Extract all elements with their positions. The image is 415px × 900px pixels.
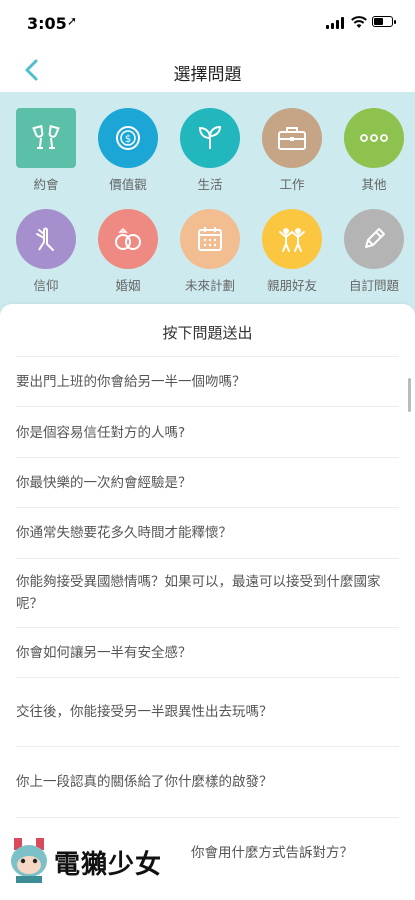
watermark: 電獺少女 [8,836,178,886]
category-friends-family[interactable]: 親朋好友 [259,209,325,294]
question-text: 你會如何讓另一半有安全感？ [16,645,192,661]
category-dating[interactable]: 約會 [13,108,79,193]
category-label: 婚姻 [115,278,141,293]
question-item[interactable]: 你最快樂的一次約會經驗是？ [16,457,399,508]
question-text: 你通常失戀要花多久時間才能釋懷？ [16,525,232,541]
cheers-icon [16,108,76,168]
category-marriage[interactable]: 婚姻 [95,209,161,294]
category-label: 未來計劃 [184,278,235,293]
page-title: 選擇問題 [173,65,242,85]
category-values[interactable]: $ 價值觀 [95,108,161,193]
question-text: 你是個容易信任對方的人嗎? [16,425,186,441]
category-label: 其他 [361,177,387,192]
watermark-text: 電獺少女 [54,850,163,880]
category-label: 信仰 [33,278,59,293]
location-arrow-icon: ➚ [67,14,78,28]
question-item[interactable]: 要出門上班的你會給另一半一個吻嗎？ [16,356,399,407]
question-item[interactable]: 交往後，你能接受另一半跟異性出去玩嗎？ [16,677,399,747]
category-label: 工作 [279,177,305,192]
category-custom-question[interactable]: 自訂問題 [341,209,407,294]
calendar-icon [180,209,240,269]
pencil-icon [344,209,404,269]
question-item[interactable]: 你是個容易信任對方的人嗎? [16,406,399,458]
question-item[interactable]: 你通常失戀要花多久時間才能釋懷？ [16,507,399,559]
sheet-title: 按下問題送出 [162,324,253,342]
question-sheet: 按下問題送出 要出門上班的你會給另一半一個吻嗎？ 你是個容易信任對方的人嗎? 你… [0,304,415,900]
question-text: 你能夠接受異國戀情嗎？如果可以，最遠可以接受到什麼國家呢？ [16,574,381,612]
category-panel: 約會 $ 價值觀 生活 工作 其他 信仰 婚姻 未來計劃 親朋好友 自訂問題 [0,92,415,317]
question-item[interactable]: 你會如何讓另一半有安全感？ [16,627,399,678]
sprout-icon [180,108,240,168]
wifi-icon [351,16,367,28]
briefcase-icon [262,108,322,168]
status-time: 3:05 [27,14,67,33]
question-text: 你最快樂的一次約會經驗是？ [16,475,192,491]
category-other[interactable]: 其他 [341,108,407,193]
question-text: 交往後，你能接受另一半跟異性出去玩嗎？ [16,704,273,720]
category-work[interactable]: 工作 [259,108,325,193]
category-label: 生活 [197,177,223,192]
cellular-signal-icon [326,17,346,29]
question-item[interactable]: 你能夠接受異國戀情嗎？如果可以，最遠可以接受到什麼國家呢？ [16,558,399,628]
question-text: 你上一段認真的關係給了你什麼樣的啟發？ [16,774,273,790]
battery-icon [372,16,396,27]
category-faith[interactable]: 信仰 [13,209,79,294]
category-future-plans[interactable]: 未來計劃 [177,209,243,294]
category-life[interactable]: 生活 [177,108,243,193]
praying-hands-icon [16,209,76,269]
rings-icon [98,209,158,269]
question-item[interactable]: 你上一段認真的關係給了你什麼樣的啟發？ [16,746,399,818]
more-icon [344,108,404,168]
friends-icon [262,209,322,269]
otter-mascot-icon [11,838,47,883]
category-label: 約會 [33,177,59,192]
category-label: 自訂問題 [348,278,399,293]
status-bar: 3:05 ➚ [0,0,415,48]
category-label: 價值觀 [109,177,147,192]
category-label: 親朋好友 [266,278,317,293]
nav-bar: 選擇問題 [0,48,415,92]
coin-icon: $ [98,108,158,168]
svg-text:$: $ [125,134,131,145]
question-text: 要出門上班的你會給另一半一個吻嗎？ [16,374,246,390]
scroll-indicator[interactable] [408,378,411,412]
